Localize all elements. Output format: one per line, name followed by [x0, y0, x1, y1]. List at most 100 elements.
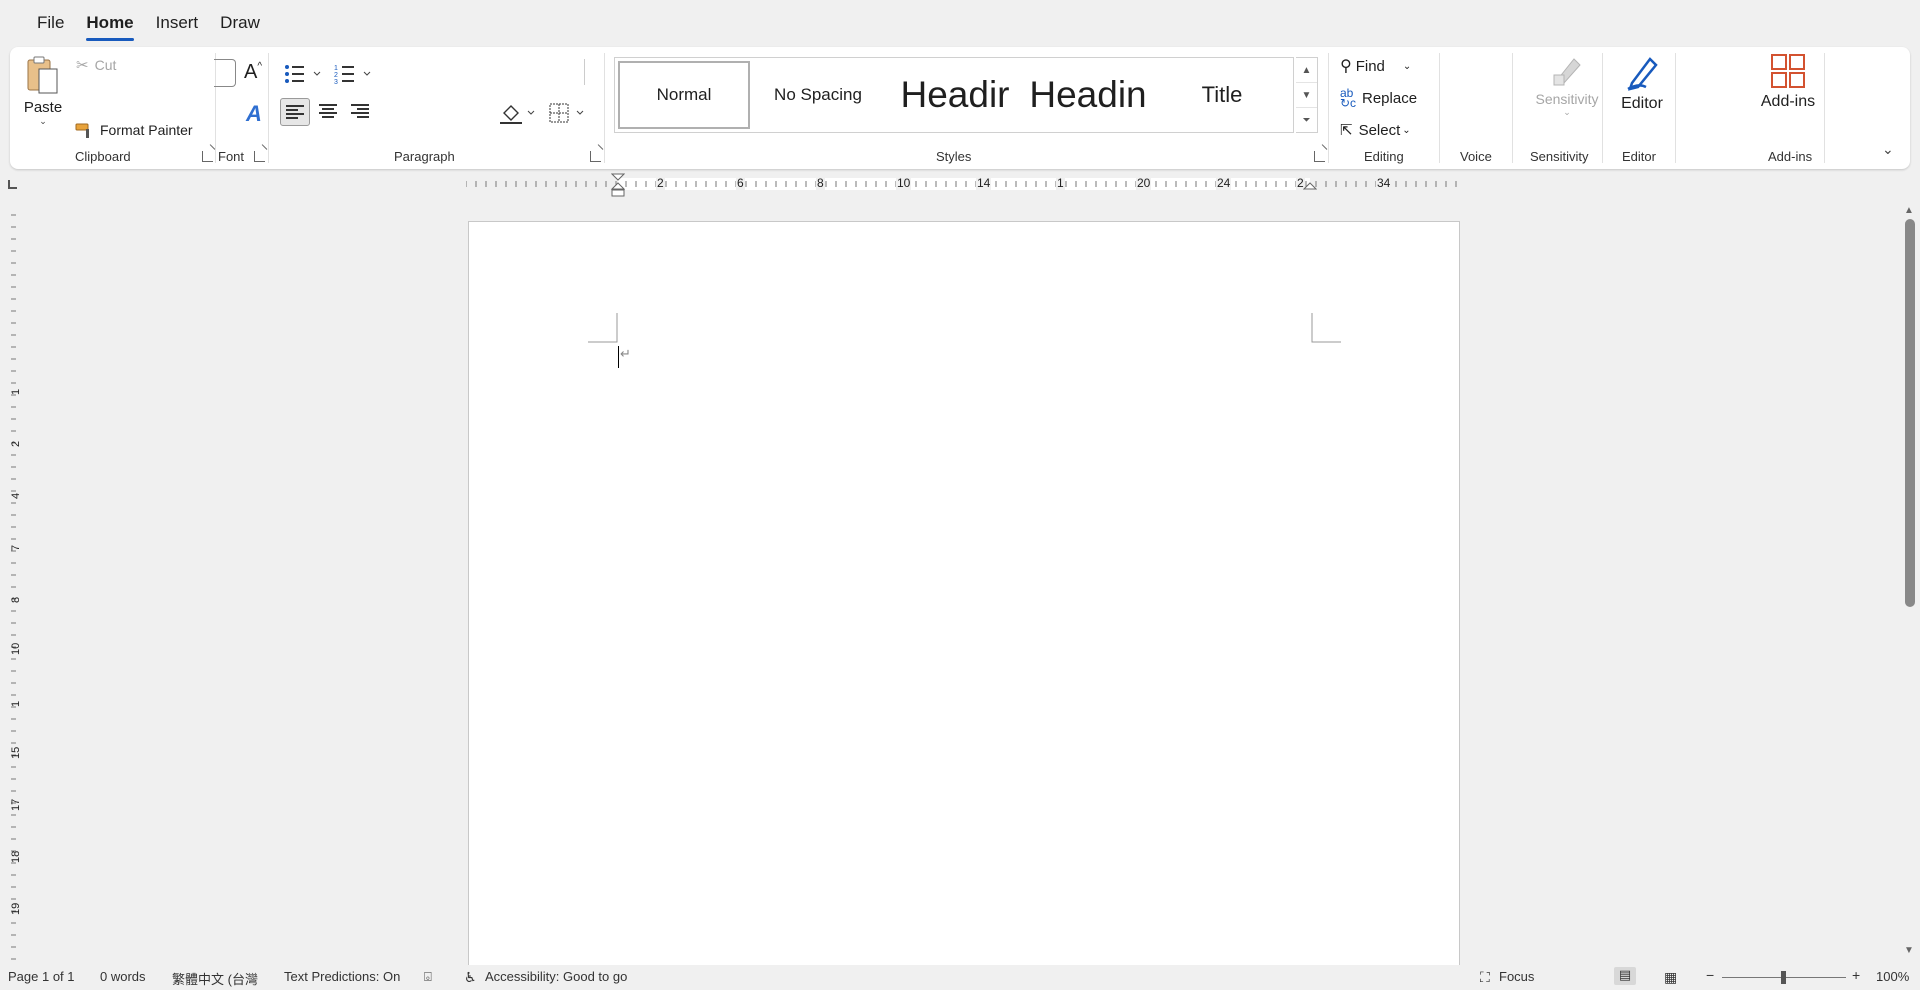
ruler-label: 10: [896, 176, 912, 190]
grow-font-icon[interactable]: A^: [244, 61, 262, 84]
scroll-down-icon[interactable]: ▼: [1904, 945, 1914, 956]
align-left-button[interactable]: [280, 98, 310, 126]
replace-icon: ab ↻c: [1340, 86, 1357, 110]
right-indent-marker[interactable]: [1303, 182, 1317, 192]
style-heading-2[interactable]: Headin: [1023, 61, 1153, 129]
ruler-label: 20: [1136, 176, 1152, 190]
language-indicator[interactable]: 繁體中文 (台灣: [172, 969, 264, 988]
ruler-label: 2: [656, 176, 665, 190]
ruler-label: 8: [10, 596, 22, 603]
font-group-label: Font: [218, 149, 245, 164]
borders-icon: [549, 103, 584, 123]
tab-file[interactable]: File: [26, 8, 75, 38]
numbered-list-icon: 1 2 3: [334, 65, 371, 86]
search-icon: ⚲: [1340, 58, 1352, 75]
find-label: Find: [1355, 57, 1385, 75]
font-size-box[interactable]: [214, 59, 236, 87]
align-center-icon: [319, 104, 337, 118]
word-count[interactable]: 0 words: [100, 969, 146, 984]
align-right-icon: [351, 104, 369, 118]
separator: [268, 53, 269, 163]
font-dialog-launcher[interactable]: [254, 151, 265, 162]
tab-selector[interactable]: [8, 180, 17, 189]
numbering-button[interactable]: 1 2 3: [334, 63, 374, 87]
align-center-button[interactable]: [314, 98, 344, 126]
scroll-up-icon[interactable]: ▲: [1904, 205, 1914, 216]
gallery-more-icon[interactable]: ⏷: [1296, 108, 1317, 133]
style-title-label: Title: [1201, 82, 1243, 107]
ruler-label: 1: [10, 388, 22, 395]
ribbon: Paste ⌄ ✂ Cut Format Painter Clipboard A…: [10, 47, 1910, 169]
separator: [1675, 53, 1676, 163]
gallery-scroll: ▲ ▼ ⏷: [1296, 57, 1318, 133]
voice-group-label: Voice: [1460, 149, 1492, 164]
web-layout-icon[interactable]: ▦: [1664, 969, 1677, 986]
horizontal-ruler[interactable]: 2 6 8 10 14 1 20 24 2 34: [466, 173, 1458, 197]
page-count[interactable]: Page 1 of 1: [8, 969, 75, 984]
chevron-down-icon: ⌄: [1563, 107, 1571, 117]
addins-button[interactable]: Add-ins: [1756, 53, 1820, 135]
shading-button[interactable]: [498, 101, 538, 127]
gallery-down-icon[interactable]: ▼: [1296, 83, 1317, 108]
separator: [584, 59, 585, 85]
select-button[interactable]: ⇱ Select ⌄: [1340, 119, 1411, 141]
clipboard-dialog-launcher[interactable]: [202, 151, 213, 162]
styles-group-label: Styles: [936, 149, 972, 164]
left-indent-marker[interactable]: [611, 182, 625, 198]
ruler-label: 7: [10, 544, 22, 551]
vertical-scrollbar[interactable]: ▲ ▼: [1900, 205, 1920, 965]
vertical-ruler[interactable]: 1 2 4 7 8 10 1 15 17 18 19: [8, 205, 22, 965]
print-layout-icon[interactable]: ▤: [1614, 967, 1636, 985]
paste-button[interactable]: Paste ⌄: [20, 53, 66, 137]
cut-button[interactable]: ✂ Cut: [76, 55, 116, 75]
replace-label: Replace: [1362, 89, 1418, 107]
zoom-out-icon[interactable]: −: [1706, 967, 1714, 983]
sensitivity-button[interactable]: Sensitivity ⌄: [1522, 53, 1612, 135]
style-normal[interactable]: Normal: [618, 61, 750, 129]
format-painter-button[interactable]: Format Painter: [74, 119, 193, 141]
macro-record-icon[interactable]: ⌻: [424, 969, 432, 985]
tab-draw[interactable]: Draw: [209, 8, 271, 38]
gallery-up-icon[interactable]: ▲: [1296, 58, 1317, 83]
bullets-button[interactable]: [284, 63, 324, 87]
borders-button[interactable]: [548, 101, 588, 127]
style-heading-1-label: Headir: [900, 74, 1010, 115]
ruler-label: 24: [1216, 176, 1232, 190]
text-effects-icon[interactable]: A: [246, 101, 262, 127]
scrollbar-thumb[interactable]: [1905, 219, 1915, 607]
menu-bar: File Home Insert Draw: [0, 0, 1920, 46]
collapse-ribbon-icon[interactable]: ⌄: [1882, 141, 1894, 158]
cut-label: Cut: [94, 57, 117, 73]
align-left-icon: [286, 105, 304, 119]
sensitivity-label: Sensitivity: [1535, 91, 1599, 107]
document-page[interactable]: ↵: [468, 221, 1460, 965]
focus-icon: ⛶: [1480, 969, 1490, 985]
crop-mark-top-left: [588, 313, 618, 343]
text-cursor: [618, 346, 619, 368]
zoom-slider[interactable]: [1722, 971, 1846, 984]
zoom-in-icon[interactable]: +: [1852, 967, 1860, 983]
style-title[interactable]: Title: [1157, 61, 1287, 129]
ruler-label: 1: [10, 700, 22, 707]
style-no-spacing[interactable]: No Spacing: [753, 61, 883, 129]
style-heading-1[interactable]: Headir: [887, 61, 1023, 129]
zoom-slider-thumb[interactable]: [1781, 971, 1786, 984]
find-button[interactable]: ⚲ Find ⌄: [1340, 55, 1411, 77]
text-predictions-status[interactable]: Text Predictions: On: [284, 969, 400, 984]
paragraph-dialog-launcher[interactable]: [590, 151, 601, 162]
styles-dialog-launcher[interactable]: [1314, 151, 1325, 162]
replace-button[interactable]: ab ↻c Replace: [1340, 87, 1417, 109]
bullet-list-icon: [285, 65, 321, 83]
tab-home[interactable]: Home: [75, 8, 144, 41]
addins-grid-icon: [1771, 54, 1805, 88]
style-heading-2-label: Headin: [1029, 74, 1147, 115]
separator: [1439, 53, 1440, 163]
focus-button[interactable]: Focus: [1499, 969, 1534, 984]
tab-insert[interactable]: Insert: [145, 8, 210, 38]
align-right-button[interactable]: [346, 98, 376, 126]
editing-group-label: Editing: [1364, 149, 1404, 164]
zoom-level[interactable]: 100%: [1876, 969, 1909, 984]
separator: [1512, 53, 1513, 163]
accessibility-status[interactable]: Accessibility: Good to go: [485, 969, 627, 984]
editor-button[interactable]: Editor: [1614, 53, 1670, 135]
